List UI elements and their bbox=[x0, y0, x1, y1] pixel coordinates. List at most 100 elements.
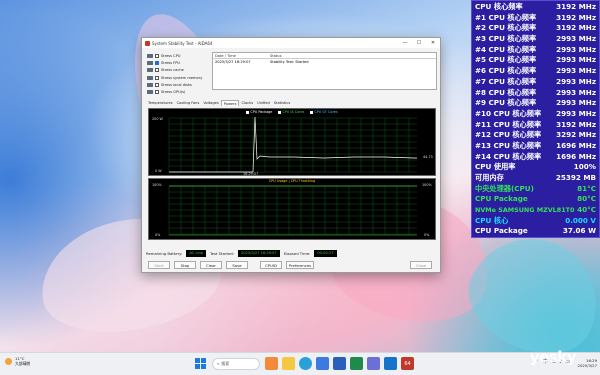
weather-widget[interactable]: 11°C 大部晴朗 bbox=[5, 356, 30, 366]
monitor-row: #3 CPU 核心频率 2993 MHz bbox=[475, 34, 596, 44]
power-time-label: 16:29:07 bbox=[243, 172, 259, 176]
monitor-row: CPU 核心频率 3192 MHz bbox=[475, 2, 596, 11]
monitor-row: CPU Package 37.06 W bbox=[475, 226, 596, 236]
legend-cpu-gt-cores: CPU GT Cores bbox=[310, 110, 338, 114]
elapsed-time-value: 00:00:27 bbox=[314, 249, 337, 257]
log-header-datetime[interactable]: Date / Time bbox=[213, 54, 268, 58]
widgets-icon[interactable] bbox=[265, 357, 278, 370]
legend-cpu-ia-cores: CPU IA Cores bbox=[278, 110, 304, 114]
window-title: System Stability Test - AIDA64 bbox=[152, 40, 213, 46]
photos-icon[interactable] bbox=[367, 357, 380, 370]
monitor-row: CPU Package 80°C bbox=[475, 194, 596, 204]
search-field[interactable]: ⌕ 搜索 bbox=[212, 357, 260, 370]
power-graph: CPU Package CPU IA Cores CPU GT Cores 20… bbox=[148, 108, 436, 176]
checkbox[interactable] bbox=[155, 75, 159, 80]
save-button[interactable]: Save bbox=[226, 261, 248, 269]
usage-right-min-label: 0% bbox=[424, 233, 430, 237]
battery-value: AC Line bbox=[186, 249, 206, 257]
power-ymax-label: 200 W bbox=[152, 117, 163, 121]
tab-cooling-fans[interactable]: Cooling Fans bbox=[175, 100, 202, 106]
tab-clocks[interactable]: Clocks bbox=[239, 100, 255, 106]
stress-option[interactable]: Stress system memory bbox=[147, 74, 209, 81]
window-titlebar[interactable]: System Stability Test - AIDA64 — ☐ ✕ bbox=[142, 38, 440, 48]
cpuid-button[interactable]: CPUID bbox=[260, 261, 282, 269]
power-ymin-label: 0 W bbox=[155, 169, 162, 173]
cpu-package-series bbox=[169, 116, 417, 173]
checkbox[interactable] bbox=[155, 53, 159, 58]
usage-right-max-label: 100% bbox=[422, 183, 432, 187]
search-placeholder: 搜索 bbox=[221, 360, 230, 366]
tab-temperatures[interactable]: Temperatures bbox=[146, 100, 175, 106]
stress-option[interactable]: Stress local disks bbox=[147, 81, 209, 88]
monitor-row: #14 CPU 核心频率 1696 MHz bbox=[475, 151, 596, 161]
clock-date: 2025/3/27 bbox=[577, 363, 597, 368]
usage-graph-title: CPU Usage | CPU Throttling bbox=[268, 179, 316, 183]
tab-voltages[interactable]: Voltages bbox=[201, 100, 220, 106]
clock[interactable]: 16:29 2025/3/27 bbox=[578, 358, 597, 368]
fpu-icon bbox=[147, 60, 153, 65]
legend-cpu-package: CPU Package bbox=[246, 110, 272, 114]
preferences-button[interactable]: Preferences bbox=[286, 261, 314, 269]
sensor-monitor-panel: CPU 核心频率 3192 MHz #1 CPU 核心频率 3192 MHz #2 … bbox=[471, 0, 600, 238]
monitor-row: #11 CPU 核心频率 3192 MHz bbox=[475, 119, 596, 129]
weather-desc: 大部晴朗 bbox=[15, 361, 31, 366]
monitor-row: #13 CPU 核心频率 1696 MHz bbox=[475, 140, 596, 150]
monitor-row: #12 CPU 核心频率 3292 MHz bbox=[475, 130, 596, 140]
stress-option[interactable]: Stress GPU(s) bbox=[147, 88, 209, 95]
usage-ymin-label: 0% bbox=[155, 233, 161, 237]
minimize-button[interactable]: — bbox=[398, 38, 412, 48]
close-window-button[interactable]: ✕ bbox=[426, 38, 440, 48]
stress-option[interactable]: Stress cache bbox=[147, 67, 209, 74]
log-datetime: 2025/3/27 16:29:07 bbox=[215, 60, 251, 64]
log-row[interactable]: 2025/3/27 16:29:07 Stability Test: Start… bbox=[213, 59, 436, 65]
monitor-row: CPU 使用率 100% bbox=[475, 162, 596, 172]
excel-icon[interactable] bbox=[350, 357, 363, 370]
power-graph-canvas bbox=[168, 116, 417, 173]
taskbar: 11°C 大部晴朗 ⌕ 搜索 64 ⌃ 中 ≋ ♪ ▭ 16:29 2025/3… bbox=[0, 352, 600, 375]
checkbox[interactable] bbox=[155, 90, 159, 95]
watermark-logo: yesky bbox=[529, 348, 577, 366]
log-status: Stability Test: Started bbox=[270, 60, 309, 64]
test-started-label: Test Started: bbox=[209, 250, 234, 256]
start-button[interactable]: Start bbox=[148, 261, 170, 269]
edge-icon[interactable] bbox=[299, 357, 312, 370]
power-value-label: 44.73 bbox=[423, 155, 433, 159]
battery-label: Remaining Battery: bbox=[146, 250, 183, 256]
monitor-row: #6 CPU 核心频率 2993 MHz bbox=[475, 66, 596, 76]
cpu-usage-graph: CPU Usage | CPU Throttling 100% 0% 100% … bbox=[148, 178, 436, 240]
graph-tabs: Temperatures Cooling Fans Voltages Power… bbox=[146, 100, 292, 106]
stop-button[interactable]: Stop bbox=[174, 261, 196, 269]
aida64-icon[interactable]: 64 bbox=[401, 357, 414, 370]
mail-icon[interactable] bbox=[384, 357, 397, 370]
disk-icon bbox=[147, 82, 153, 87]
log-header-status[interactable]: Status bbox=[268, 54, 436, 58]
maximize-button[interactable]: ☐ bbox=[412, 38, 426, 48]
close-button[interactable]: Close bbox=[410, 261, 432, 269]
start-icon[interactable] bbox=[194, 357, 207, 370]
tab-unified[interactable]: Unified bbox=[255, 100, 272, 106]
word-icon[interactable] bbox=[333, 357, 346, 370]
usage-ymax-label: 100% bbox=[152, 183, 162, 187]
monitor-row: #10 CPU 核心频率 2993 MHz bbox=[475, 108, 596, 118]
monitor-row: #7 CPU 核心频率 2993 MHz bbox=[475, 76, 596, 86]
monitor-row: 中央处理器(CPU) 81°C bbox=[475, 183, 596, 193]
power-legend: CPU Package CPU IA Cores CPU GT Cores bbox=[149, 110, 435, 114]
checkbox[interactable] bbox=[155, 68, 159, 73]
tab-powers[interactable]: Powers bbox=[220, 100, 240, 106]
cpu-icon bbox=[147, 53, 153, 58]
status-bar: Remaining Battery: AC Line Test Started:… bbox=[146, 248, 438, 258]
monitor-row: CPU 核心 0.000 V bbox=[475, 215, 596, 225]
store-icon[interactable] bbox=[316, 357, 329, 370]
sun-icon bbox=[5, 357, 12, 365]
tab-statistics[interactable]: Statistics bbox=[272, 100, 292, 106]
elapsed-time-label: Elapsed Time: bbox=[283, 250, 311, 256]
stress-option[interactable]: Stress CPU bbox=[147, 52, 209, 59]
clear-button[interactable]: Clear bbox=[200, 261, 222, 269]
checkbox[interactable] bbox=[155, 82, 159, 87]
monitor-row: #9 CPU 核心频率 2993 MHz bbox=[475, 98, 596, 108]
monitor-row: NVMe SAMSUNG MZVL81T0 40°C bbox=[475, 205, 596, 215]
stress-option[interactable]: Stress FPU bbox=[147, 59, 209, 66]
checkbox-checked[interactable] bbox=[155, 60, 159, 65]
event-log: Date / Time Status 2025/3/27 16:29:07 St… bbox=[212, 52, 437, 90]
file-explorer-icon[interactable] bbox=[282, 357, 295, 370]
